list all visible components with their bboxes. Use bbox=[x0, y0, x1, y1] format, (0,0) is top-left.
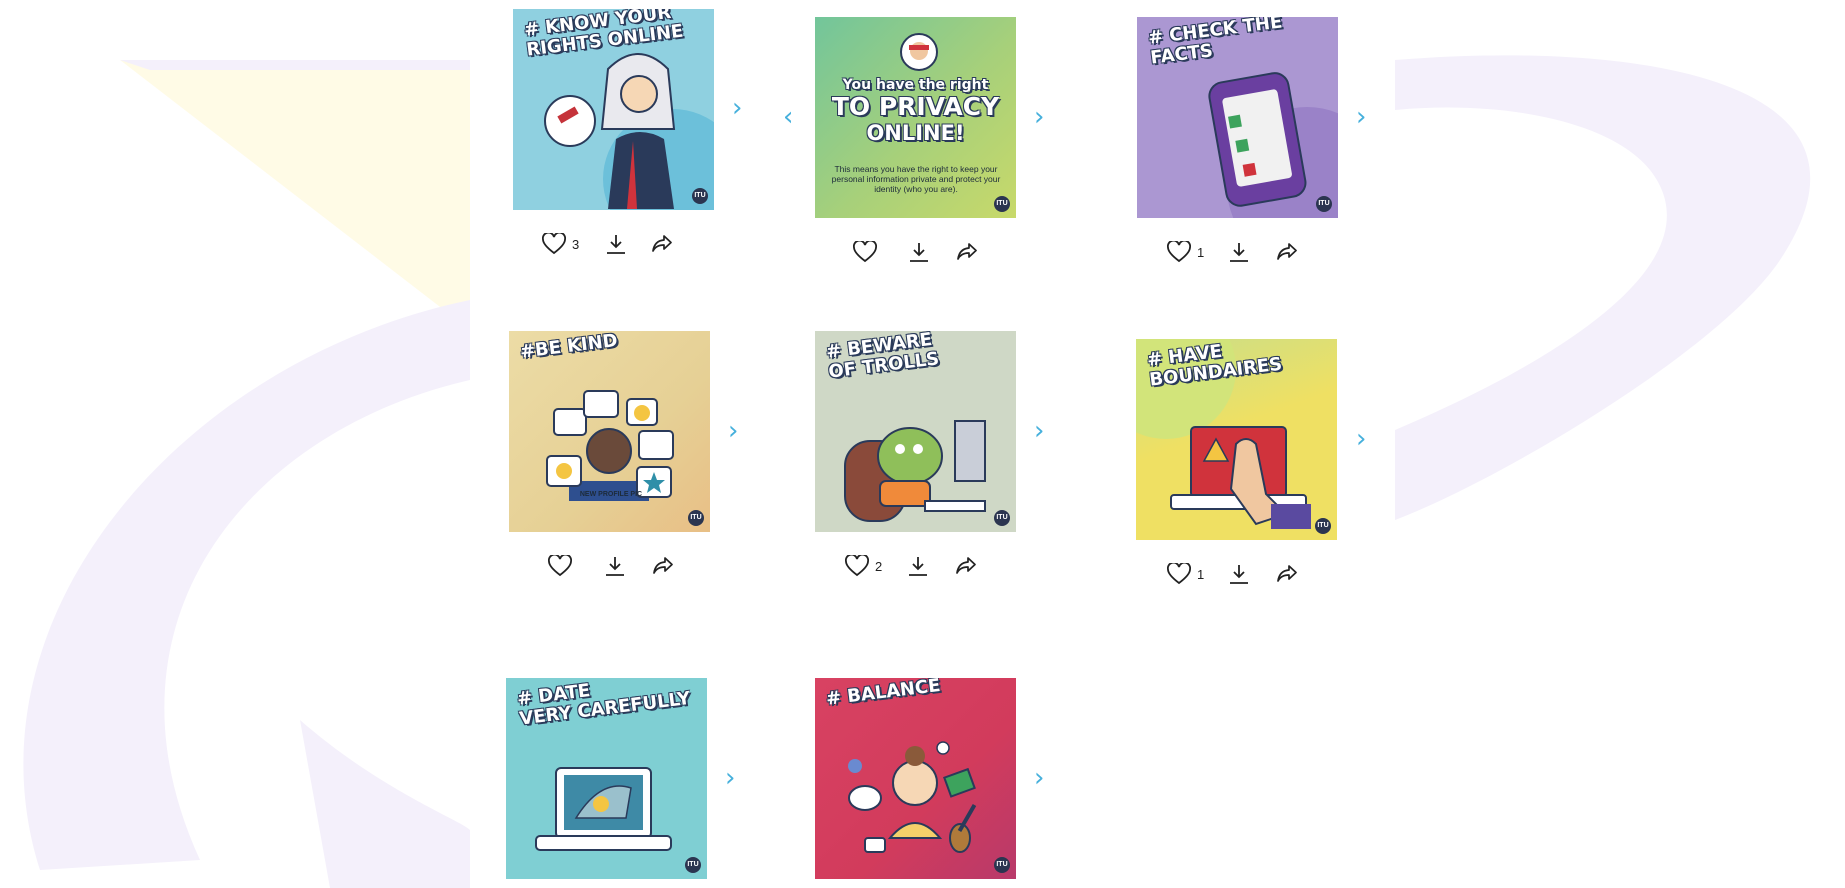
download-icon bbox=[606, 557, 624, 576]
post-actions bbox=[853, 240, 978, 264]
like-count: 1 bbox=[1197, 566, 1205, 582]
share-button[interactable] bbox=[955, 555, 977, 577]
heart-icon bbox=[1167, 563, 1191, 585]
heart-icon bbox=[548, 555, 572, 577]
like-count: 2 bbox=[875, 558, 883, 574]
download-button[interactable] bbox=[605, 233, 627, 255]
post-card-boundaries: # Have boundaires ITU bbox=[1136, 339, 1337, 540]
post-actions: 1 bbox=[1167, 240, 1298, 264]
chevron-left-icon: ‹ bbox=[783, 102, 794, 132]
balance-illustration bbox=[848, 741, 977, 853]
share-icon bbox=[652, 235, 673, 252]
privacy-title-line3: ONLINE! bbox=[866, 121, 965, 145]
post-image-beware-trolls[interactable]: # Beware of trolls ITU bbox=[815, 331, 1016, 532]
download-button[interactable] bbox=[1228, 241, 1250, 263]
profile-pic-label: NEW PROFILE PIC bbox=[579, 491, 643, 498]
chevron-right-icon: › bbox=[728, 416, 739, 446]
privacy-title-line2: TO PRIVACY bbox=[831, 92, 1000, 121]
org-logo: ITU bbox=[1316, 196, 1332, 212]
chevron-right-icon: › bbox=[1034, 102, 1045, 132]
org-logo: ITU bbox=[994, 196, 1010, 212]
like-button[interactable]: 3 bbox=[542, 233, 579, 255]
chevron-right-icon: › bbox=[1034, 416, 1045, 446]
like-button[interactable]: 2 bbox=[845, 555, 882, 577]
download-icon bbox=[910, 243, 928, 262]
download-icon bbox=[909, 557, 928, 576]
post-image-be-kind[interactable]: #Be Kind NEW PROFILE PIC ITU bbox=[509, 331, 710, 532]
post-image-privacy[interactable]: You have the right TO PRIVACY ONLINE! Th… bbox=[815, 17, 1016, 218]
post-card-beware-trolls: # Beware of trolls ITU bbox=[815, 331, 1016, 532]
share-icon bbox=[1277, 565, 1298, 582]
post-actions: 2 bbox=[845, 554, 977, 578]
like-button[interactable]: 1 bbox=[1167, 241, 1204, 263]
download-button[interactable] bbox=[1228, 563, 1250, 585]
post-actions: 1 bbox=[1167, 562, 1298, 586]
privacy-title-line1: You have the right bbox=[842, 77, 989, 93]
post-card-know-rights: # Know your rights online ITU bbox=[513, 9, 714, 210]
share-icon bbox=[957, 243, 977, 260]
heart-icon bbox=[853, 241, 877, 263]
carousel-next-balance[interactable]: › bbox=[1034, 765, 1044, 791]
chevron-right-icon: › bbox=[732, 93, 743, 123]
post-card-date-carefully: # Date very carefully ITU bbox=[506, 678, 707, 879]
carousel-prev-privacy[interactable]: ‹ bbox=[783, 104, 793, 130]
like-count: 1 bbox=[1197, 244, 1205, 260]
org-logo: ITU bbox=[1315, 518, 1331, 534]
privacy-body-text: This means you have the right to keep yo… bbox=[831, 164, 1001, 194]
download-icon bbox=[607, 235, 626, 254]
chevron-right-icon: › bbox=[1356, 424, 1367, 454]
post-image-date-carefully[interactable]: # Date very carefully ITU bbox=[506, 678, 707, 879]
like-button[interactable] bbox=[548, 555, 578, 577]
social-bubbles-illustration bbox=[546, 390, 674, 501]
post-card-privacy: You have the right TO PRIVACY ONLINE! Th… bbox=[815, 17, 1016, 218]
carousel-next-privacy[interactable]: › bbox=[1034, 104, 1044, 130]
carousel-next-know-rights[interactable]: › bbox=[732, 95, 742, 121]
org-logo: ITU bbox=[685, 857, 701, 873]
post-image-check-facts[interactable]: # Check the facts ITU bbox=[1137, 17, 1338, 218]
post-image-boundaries[interactable]: # Have boundaires ITU bbox=[1136, 339, 1337, 540]
org-logo: ITU bbox=[994, 510, 1010, 526]
heart-icon bbox=[542, 233, 566, 255]
org-logo: ITU bbox=[994, 857, 1010, 873]
heart-icon bbox=[845, 555, 869, 577]
share-button[interactable] bbox=[956, 241, 978, 263]
post-actions bbox=[548, 554, 674, 578]
carousel-next-beware-trolls[interactable]: › bbox=[1034, 418, 1044, 444]
chevron-right-icon: › bbox=[1034, 763, 1045, 793]
post-image-balance[interactable]: # Balance ITU bbox=[815, 678, 1016, 879]
share-button[interactable] bbox=[1276, 563, 1298, 585]
like-count: 3 bbox=[572, 236, 580, 252]
post-image-know-rights[interactable]: # Know your rights online ITU bbox=[513, 9, 714, 210]
chevron-right-icon: › bbox=[1356, 102, 1367, 132]
post-card-be-kind: #Be Kind NEW PROFILE PIC ITU bbox=[509, 331, 710, 532]
download-icon bbox=[1230, 243, 1249, 262]
share-button[interactable] bbox=[651, 233, 673, 255]
download-button[interactable] bbox=[604, 555, 626, 577]
carousel-next-be-kind[interactable]: › bbox=[728, 418, 738, 444]
post-actions: 3 bbox=[542, 232, 673, 256]
share-icon bbox=[653, 557, 673, 574]
share-button[interactable] bbox=[652, 555, 674, 577]
like-button[interactable]: 1 bbox=[1167, 563, 1204, 585]
share-button[interactable] bbox=[1276, 241, 1298, 263]
like-button[interactable] bbox=[853, 241, 883, 263]
heart-icon bbox=[1167, 241, 1191, 263]
share-icon bbox=[956, 557, 977, 574]
org-logo: ITU bbox=[692, 188, 708, 204]
carousel-next-boundaries[interactable]: › bbox=[1356, 426, 1366, 452]
carousel-next-date-carefully[interactable]: › bbox=[725, 765, 735, 791]
share-icon bbox=[1277, 243, 1298, 260]
post-card-balance: # Balance ITU bbox=[815, 678, 1016, 879]
privacy-title: You have the right TO PRIVACY ONLINE! bbox=[815, 77, 1016, 145]
post-card-check-facts: # Check the facts ITU bbox=[1137, 17, 1338, 218]
chevron-right-icon: › bbox=[725, 763, 736, 793]
download-button[interactable] bbox=[908, 241, 930, 263]
download-button[interactable] bbox=[907, 555, 929, 577]
org-logo: ITU bbox=[688, 510, 704, 526]
carousel-next-check-facts[interactable]: › bbox=[1356, 104, 1366, 130]
download-icon bbox=[1230, 565, 1249, 584]
